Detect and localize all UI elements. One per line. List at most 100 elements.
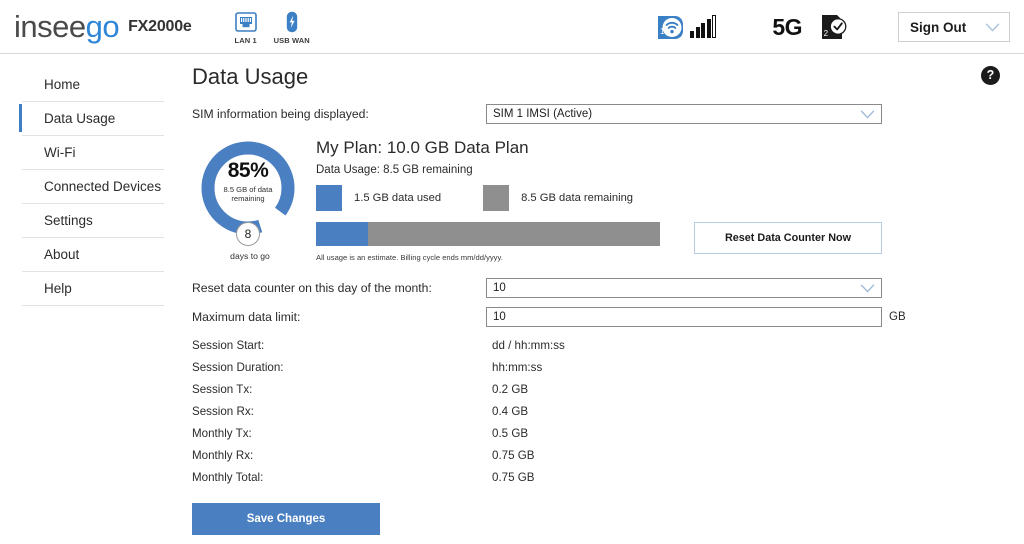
sidebar-item-home[interactable]: Home <box>22 68 164 102</box>
gauge-subtext: 8.5 GB of data remaining <box>198 185 298 204</box>
logo-text-primary: insee <box>14 9 86 44</box>
plan-title: My Plan: 10.0 GB Data Plan <box>316 138 1024 158</box>
save-changes-button[interactable]: Save Changes <box>192 503 380 535</box>
reset-day-row: Reset data counter on this day of the mo… <box>192 278 1024 298</box>
usage-progress-fill <box>316 222 368 246</box>
sim-info-label: SIM information being displayed: <box>192 107 486 121</box>
svg-text:2: 2 <box>824 29 829 38</box>
reset-day-label: Reset data counter on this day of the mo… <box>192 281 486 295</box>
reset-data-counter-button[interactable]: Reset Data Counter Now <box>694 222 882 254</box>
sidebar-item-settings[interactable]: Settings <box>22 204 164 238</box>
sidebar-item-label: Help <box>44 281 72 296</box>
reset-day-value: 10 <box>493 282 506 294</box>
stat-row-session-rx: Session Rx: 0.4 GB <box>192 405 1024 420</box>
sim-info-select[interactable]: SIM 1 IMSI (Active) <box>486 104 882 124</box>
plan-details: My Plan: 10.0 GB Data Plan Data Usage: 8… <box>302 138 1024 262</box>
chevron-down-icon <box>985 23 1000 32</box>
sign-out-label: Sign Out <box>910 20 966 35</box>
page-title: Data Usage <box>192 64 1024 90</box>
sidebar-item-label: Wi-Fi <box>44 145 75 160</box>
max-data-limit-unit: GB <box>889 311 906 323</box>
plan-usage-line: Data Usage: 8.5 GB remaining <box>316 164 1024 176</box>
sim-info-value: SIM 1 IMSI (Active) <box>493 108 592 120</box>
sim-info-row: SIM information being displayed: SIM 1 I… <box>192 104 1024 124</box>
max-data-limit-label: Maximum data limit: <box>192 310 486 324</box>
sidebar-nav: Home Data Usage Wi-Fi Connected Devices … <box>0 54 178 543</box>
stat-value: 0.75 GB <box>492 471 535 486</box>
legend-label-used: 1.5 GB data used <box>354 192 441 204</box>
stat-label: Session Start: <box>192 339 492 354</box>
network-type-label: 5G <box>772 14 802 41</box>
session-stats-list: Session Start: dd / hh:mm:ss Session Dur… <box>192 339 1024 486</box>
days-to-go-label: days to go <box>198 251 302 261</box>
reset-data-counter-label: Reset Data Counter Now <box>725 232 851 244</box>
lan1-port-indicator: LAN 1 <box>228 9 264 45</box>
header-status-area: 1 5G 2 Sign Out <box>655 0 1024 54</box>
sidebar-item-label: Data Usage <box>44 111 115 126</box>
app-header: inseego FX2000e LAN 1 <box>0 0 1024 54</box>
usage-estimate-note: All usage is an estimate. Billing cycle … <box>316 253 660 262</box>
ethernet-icon <box>228 9 264 35</box>
logo-text-accent: go <box>86 9 119 44</box>
chevron-down-icon <box>860 110 875 119</box>
legend-label-remaining: 8.5 GB data remaining <box>521 192 633 204</box>
svg-text:1: 1 <box>660 27 665 36</box>
stat-label: Monthly Total: <box>192 471 492 486</box>
legend-swatch-used <box>316 185 342 211</box>
stat-row-session-tx: Session Tx: 0.2 GB <box>192 383 1024 398</box>
sim2-check-icon: 2 <box>820 13 848 41</box>
usb-wan-port-indicator: USB WAN <box>274 9 310 45</box>
stat-label: Session Rx: <box>192 405 492 420</box>
stat-row-monthly-rx: Monthly Rx: 0.75 GB <box>192 449 1024 464</box>
sidebar-item-about[interactable]: About <box>22 238 164 272</box>
stat-value: dd / hh:mm:ss <box>492 339 565 354</box>
reset-day-select[interactable]: 10 <box>486 278 882 298</box>
stat-label: Session Tx: <box>192 383 492 398</box>
stat-value: hh:mm:ss <box>492 361 542 376</box>
max-data-limit-input[interactable]: 10 <box>486 307 882 327</box>
sidebar-item-label: Settings <box>44 213 93 228</box>
device-model-label: FX2000e <box>128 18 192 36</box>
days-to-go-badge: 8 <box>236 222 260 246</box>
sidebar-item-wi-fi[interactable]: Wi-Fi <box>22 136 164 170</box>
usage-progress-bar <box>316 222 660 246</box>
stat-row-session-start: Session Start: dd / hh:mm:ss <box>192 339 1024 354</box>
header-port-indicators: LAN 1 USB WAN <box>228 9 310 45</box>
data-usage-page: inseego FX2000e LAN 1 <box>0 0 1024 544</box>
stat-label: Session Duration: <box>192 361 492 376</box>
stat-row-monthly-total: Monthly Total: 0.75 GB <box>192 471 1024 486</box>
sidebar-item-data-usage[interactable]: Data Usage <box>22 102 164 136</box>
usage-legend: 1.5 GB data used 8.5 GB data remaining <box>316 185 1024 211</box>
sim1-signal-icon: 1 <box>655 13 685 41</box>
sidebar-item-help[interactable]: Help <box>22 272 164 306</box>
sign-out-button[interactable]: Sign Out <box>898 12 1010 42</box>
legend-swatch-remaining <box>483 185 509 211</box>
gauge-percent: 85% <box>198 160 298 181</box>
inseego-logo: inseego <box>14 11 119 42</box>
question-mark-icon[interactable]: ? <box>981 66 1000 85</box>
usage-bar-column: All usage is an estimate. Billing cycle … <box>316 222 660 262</box>
stat-value: 0.75 GB <box>492 449 535 464</box>
chevron-down-icon <box>860 284 875 293</box>
stat-row-monthly-tx: Monthly Tx: 0.5 GB <box>192 427 1024 442</box>
stat-value: 0.5 GB <box>492 427 528 442</box>
stat-row-session-duration: Session Duration: hh:mm:ss <box>192 361 1024 376</box>
sidebar-item-connected-devices[interactable]: Connected Devices <box>22 170 164 204</box>
page-body: Home Data Usage Wi-Fi Connected Devices … <box>0 54 1024 543</box>
sidebar-item-label: Home <box>44 77 80 92</box>
plan-summary: 85% 8.5 GB of data remaining 8 days to g… <box>192 138 1024 262</box>
sidebar-item-label: Connected Devices <box>44 179 161 194</box>
gauge-center-text: 85% 8.5 GB of data remaining <box>198 160 298 204</box>
usb-lightning-icon <box>274 9 310 35</box>
max-data-limit-row: Maximum data limit: 10 GB <box>192 307 1024 327</box>
max-data-limit-value: 10 <box>493 311 506 323</box>
main-content: Data Usage ? SIM information being displ… <box>178 54 1024 543</box>
usage-bar-row: All usage is an estimate. Billing cycle … <box>316 222 1024 262</box>
gauge-ring: 85% 8.5 GB of data remaining 8 <box>198 138 298 238</box>
stat-label: Monthly Rx: <box>192 449 492 464</box>
data-usage-gauge: 85% 8.5 GB of data remaining 8 days to g… <box>198 138 302 262</box>
stat-label: Monthly Tx: <box>192 427 492 442</box>
signal-strength-bars <box>690 16 716 38</box>
sidebar-item-label: About <box>44 247 79 262</box>
stat-value: 0.2 GB <box>492 383 528 398</box>
